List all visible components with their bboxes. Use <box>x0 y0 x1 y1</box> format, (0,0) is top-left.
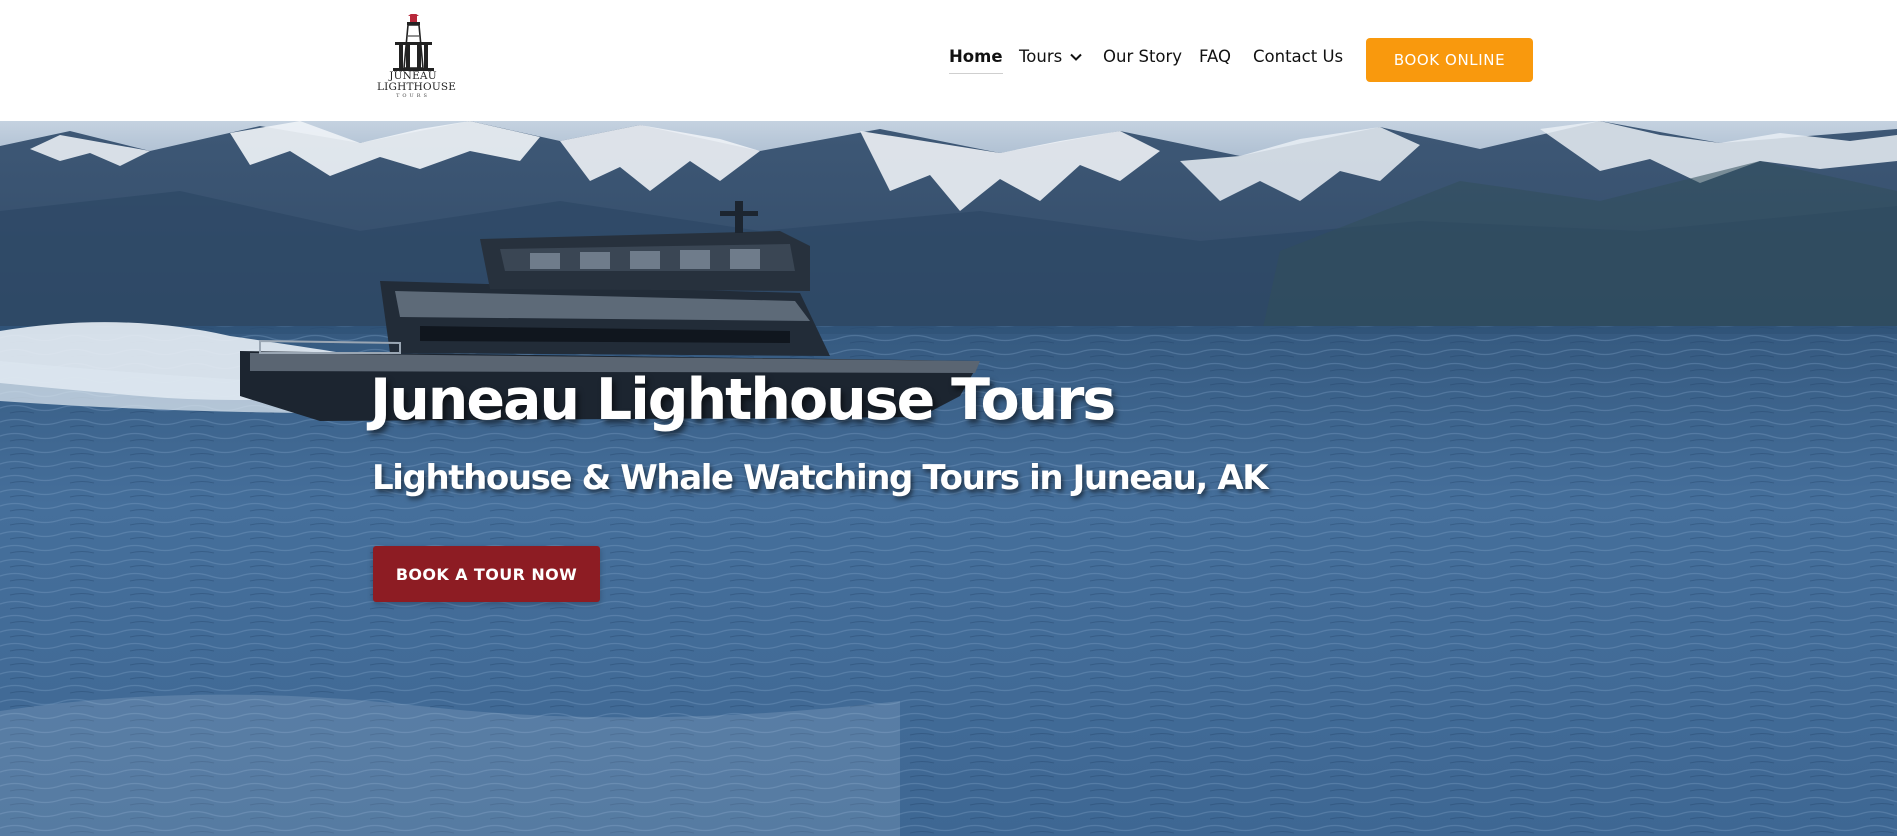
logo-text-lighthouse: LIGHTHOUSE <box>377 81 457 93</box>
site-header: JUNEAU LIGHTHOUSE TOURS Home Tours Our S… <box>0 0 1897 121</box>
nav-tours[interactable]: Tours <box>1019 47 1083 66</box>
nav-home-label: Home <box>949 47 1003 66</box>
nav-faq[interactable]: FAQ <box>1199 47 1231 66</box>
hero-subtitle: Lighthouse & Whale Watching Tours in Jun… <box>372 458 1269 498</box>
nav-home[interactable]: Home <box>949 47 1003 74</box>
hero-title: Juneau Lighthouse Tours <box>370 367 1116 433</box>
nav-contact-us-label: Contact Us <box>1253 47 1344 66</box>
nav-our-story-label: Our Story <box>1103 47 1183 66</box>
book-a-tour-button[interactable]: BOOK A TOUR NOW <box>373 546 600 602</box>
main-nav: Home Tours Our Story FAQ Contact Us <box>0 47 1897 74</box>
nav-faq-label: FAQ <box>1199 47 1231 66</box>
hero-section: Juneau Lighthouse Tours Lighthouse & Wha… <box>0 121 1897 836</box>
logo-text-tours: TOURS <box>396 93 430 99</box>
nav-our-story[interactable]: Our Story <box>1103 47 1182 66</box>
book-online-button[interactable]: BOOK ONLINE <box>1366 38 1533 82</box>
nav-tours-label: Tours <box>1019 47 1063 66</box>
chevron-down-icon <box>1070 53 1082 61</box>
nav-contact-us[interactable]: Contact Us <box>1253 47 1343 66</box>
